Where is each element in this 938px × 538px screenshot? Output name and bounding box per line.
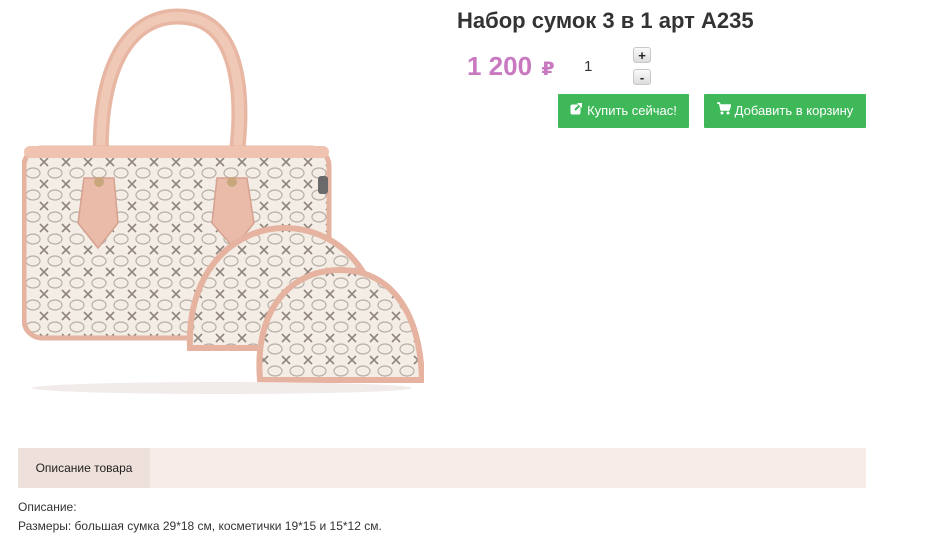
description-sizes: Размеры: большая сумка 29*18 см, космети… — [18, 519, 382, 533]
quantity-increase-button[interactable]: + — [633, 47, 651, 63]
cart-icon — [716, 94, 731, 128]
description-heading: Описание: — [18, 500, 77, 514]
tab-description[interactable]: Описание товара — [18, 448, 150, 488]
external-link-icon — [570, 94, 583, 128]
price-value: 1 200 — [467, 51, 533, 81]
quantity-decrease-button[interactable]: - — [633, 69, 651, 85]
buy-now-label: Купить сейчас! — [587, 103, 677, 118]
quantity-value[interactable]: 1 — [584, 58, 592, 75]
product-tabs: Описание товара — [18, 448, 866, 488]
product-price: 1 200 ₽ — [467, 51, 555, 82]
add-to-cart-button[interactable]: Добавить в корзину — [704, 94, 866, 128]
product-title: Набор сумок 3 в 1 арт А235 — [457, 8, 754, 33]
handbag-set-illustration — [22, 8, 424, 394]
buy-now-button[interactable]: Купить сейчас! — [558, 94, 689, 128]
product-image[interactable] — [22, 8, 424, 410]
add-to-cart-label: Добавить в корзину — [734, 103, 854, 118]
currency-symbol: ₽ — [541, 59, 555, 80]
